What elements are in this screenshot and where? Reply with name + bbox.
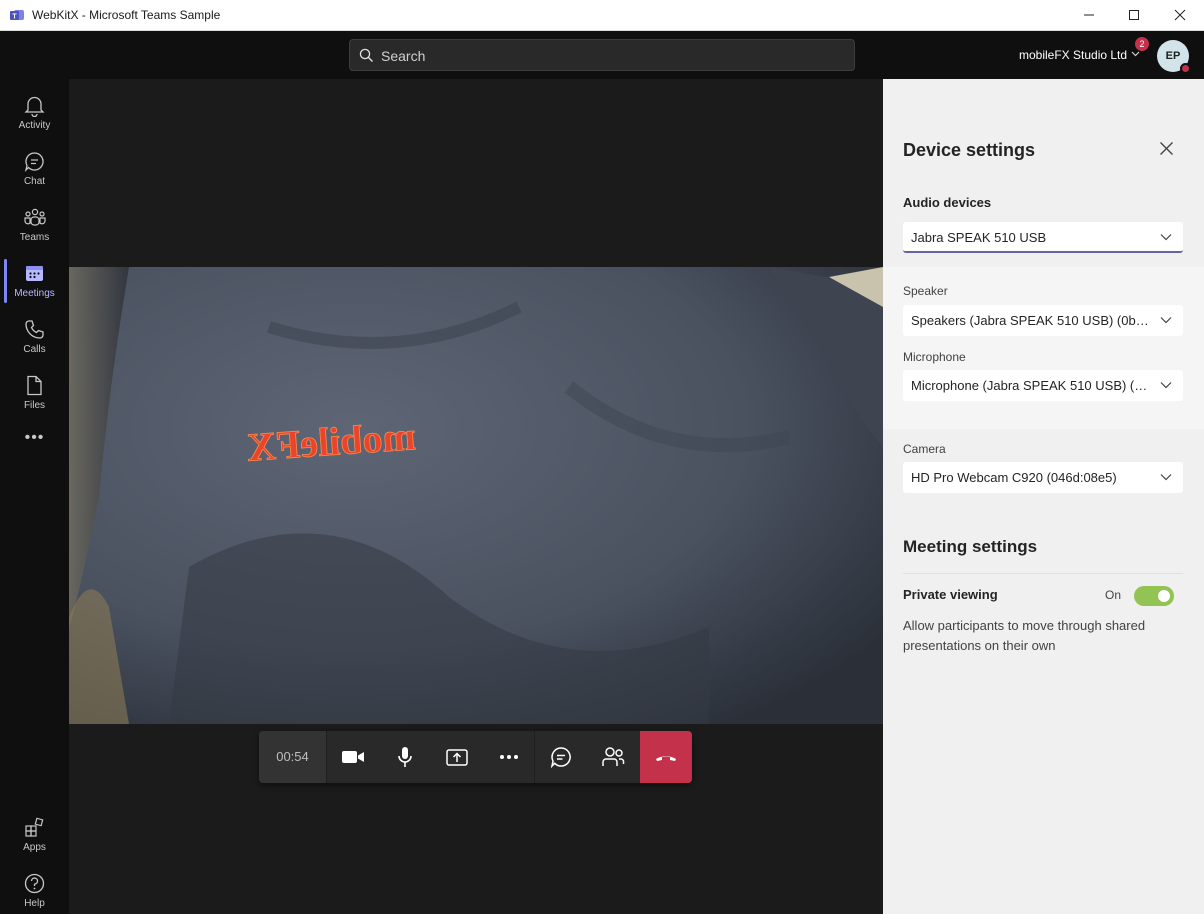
share-screen-button[interactable] — [431, 731, 483, 783]
more-actions-button[interactable] — [483, 731, 535, 783]
hang-up-button[interactable] — [640, 731, 692, 783]
chat-icon — [24, 152, 44, 173]
rail-label: Files — [23, 400, 46, 411]
camera-label: Camera — [903, 442, 946, 456]
camera-feed-image: mobileFX — [69, 267, 883, 724]
rail-item-calls[interactable]: Calls — [0, 309, 69, 365]
search-input[interactable]: Search — [349, 39, 855, 71]
audio-subgroup: Speaker Speakers (Jabra SPEAK 510 USB) (… — [883, 267, 1204, 429]
rail-item-files[interactable]: Files — [0, 365, 69, 421]
rail-label: Teams — [19, 232, 50, 243]
close-icon — [1174, 9, 1186, 21]
camera-icon — [342, 751, 364, 763]
microphone-label: Microphone — [903, 350, 966, 364]
speaker-value: Speakers (Jabra SPEAK 510 USB) (0b0e:042… — [911, 313, 1151, 328]
speaker-select[interactable]: Speakers (Jabra SPEAK 510 USB) (0b0e:042… — [903, 305, 1183, 336]
minimize-icon — [1084, 14, 1094, 16]
more-icon — [499, 755, 518, 759]
call-timer: 00:54 — [259, 731, 327, 783]
chevron-down-icon — [1160, 474, 1172, 481]
chevron-down-icon — [1160, 234, 1172, 241]
divider — [903, 573, 1183, 574]
video-feed: mobileFX — [69, 267, 883, 724]
microphone-select[interactable]: Microphone (Jabra SPEAK 510 USB) (0b0e:0… — [903, 370, 1183, 401]
calendar-icon — [26, 266, 43, 281]
share-screen-icon — [446, 749, 468, 766]
rail-label: Meetings — [14, 288, 55, 299]
speaker-label: Speaker — [903, 284, 948, 298]
private-viewing-state: On — [1105, 588, 1122, 602]
rail-label: Activity — [18, 120, 51, 131]
audio-devices-label: Audio devices — [903, 195, 992, 210]
app-rail: Activity Chat Teams Meetings Calls Files… — [0, 79, 69, 914]
call-controls: 00:54 — [259, 731, 692, 783]
panel-title: Device settings — [903, 140, 1036, 160]
description-line: Allow participants to move through share… — [903, 618, 1146, 633]
teams-icon — [24, 208, 46, 226]
window-close-button[interactable] — [1157, 0, 1203, 30]
camera-select[interactable]: HD Pro Webcam C920 (046d:08e5) — [903, 462, 1183, 493]
title-bar: T WebKitX - Microsoft Teams Sample — [0, 0, 1204, 31]
private-viewing-label: Private viewing — [903, 587, 998, 602]
search-placeholder: Search — [381, 48, 426, 64]
rail-item-help[interactable]: Help — [0, 863, 69, 914]
camera-toggle-button[interactable] — [327, 731, 379, 783]
close-icon[interactable] — [1159, 141, 1174, 156]
chevron-down-icon — [1160, 317, 1172, 324]
window-title: WebKitX - Microsoft Teams Sample — [32, 8, 221, 22]
show-chat-button[interactable] — [535, 731, 587, 783]
microphone-toggle-button[interactable] — [379, 731, 431, 783]
chevron-down-icon — [1160, 382, 1172, 389]
private-viewing-description: Allow participants to move through share… — [903, 616, 1145, 656]
chevron-down-icon[interactable] — [1131, 51, 1140, 57]
avatar-initials: EP — [1165, 50, 1181, 62]
phone-icon — [25, 320, 44, 339]
toggle-knob — [1158, 590, 1170, 602]
teams-app-icon: T — [10, 10, 24, 21]
rail-item-apps[interactable]: Apps — [0, 807, 69, 863]
rail-label: Apps — [23, 842, 46, 853]
app-header: Search mobileFX Studio Ltd 2 EP — [0, 31, 1204, 79]
maximize-button[interactable] — [1111, 0, 1157, 30]
avatar[interactable]: EP — [1157, 40, 1191, 74]
file-icon — [27, 375, 42, 396]
minimize-button[interactable] — [1066, 0, 1112, 30]
rail-item-meetings[interactable]: Meetings — [0, 253, 69, 309]
private-viewing-toggle[interactable] — [1134, 586, 1174, 606]
rail-label: Calls — [23, 344, 46, 355]
description-line: presentations on their own — [903, 638, 1056, 653]
rail-label: Chat — [23, 176, 46, 187]
rail-item-teams[interactable]: Teams — [0, 197, 69, 253]
meeting-stage: mobileFX 00:54 — [69, 79, 883, 914]
camera-value: HD Pro Webcam C920 (046d:08e5) — [911, 470, 1117, 485]
search-icon — [359, 48, 373, 62]
status-indicator — [1180, 63, 1191, 74]
device-settings-panel: Device settings Audio devices Jabra SPEA… — [883, 79, 1204, 914]
svg-text:T: T — [12, 14, 17, 21]
rail-label: Help — [24, 898, 45, 909]
participants-icon — [602, 747, 625, 766]
rail-more-button[interactable]: ••• — [0, 429, 69, 457]
show-participants-button[interactable] — [587, 731, 639, 783]
notification-badge: 2 — [1135, 37, 1149, 51]
maximize-icon — [1129, 10, 1139, 20]
audio-device-select[interactable]: Jabra SPEAK 510 USB — [903, 222, 1183, 253]
org-switcher[interactable]: mobileFX Studio Ltd — [1019, 48, 1127, 62]
rail-item-activity[interactable]: Activity — [0, 85, 69, 141]
meeting-settings-title: Meeting settings — [903, 537, 1038, 556]
chat-icon — [550, 747, 571, 768]
hang-up-icon — [656, 756, 676, 761]
rail-item-chat[interactable]: Chat — [0, 141, 69, 197]
audio-device-value: Jabra SPEAK 510 USB — [911, 230, 1047, 245]
microphone-value: Microphone (Jabra SPEAK 510 USB) (0b0e:0… — [911, 378, 1151, 393]
apps-icon — [25, 817, 44, 837]
bell-icon — [24, 96, 45, 117]
help-icon — [24, 873, 45, 894]
microphone-icon — [398, 747, 412, 767]
